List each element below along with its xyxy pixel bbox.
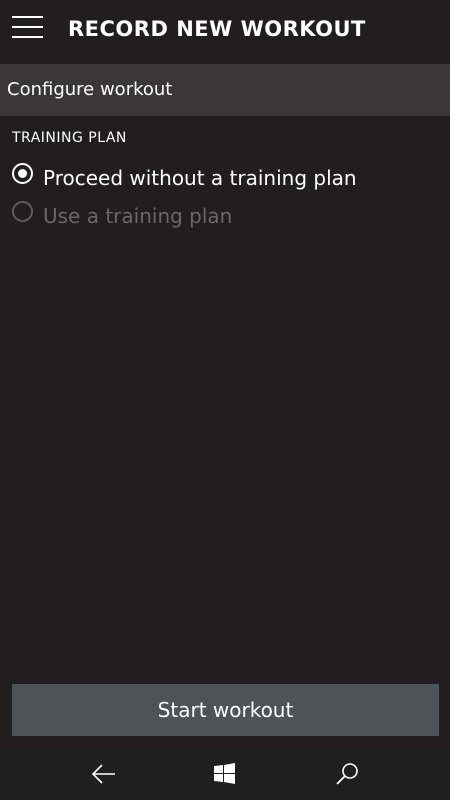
radio-proceed-without-plan[interactable]: Proceed without a training plan: [12, 162, 432, 192]
section-title: Configure workout: [7, 79, 173, 100]
radio-label: Proceed without a training plan: [43, 166, 357, 190]
start-workout-button[interactable]: Start workout: [12, 684, 439, 736]
app-header: RECORD NEW WORKOUT: [0, 0, 450, 64]
back-arrow-icon[interactable]: [89, 760, 119, 788]
radio-use-training-plan[interactable]: Use a training plan: [12, 200, 432, 230]
training-plan-label: TRAINING PLAN: [12, 130, 127, 146]
page-title: RECORD NEW WORKOUT: [68, 17, 366, 41]
windows-logo-icon[interactable]: [210, 760, 240, 788]
radio-label: Use a training plan: [43, 204, 233, 228]
system-navbar: [0, 748, 450, 800]
radio-selected-icon[interactable]: [12, 163, 33, 184]
radio-unselected-icon[interactable]: [12, 201, 33, 222]
search-icon[interactable]: [333, 760, 363, 788]
hamburger-menu-icon[interactable]: [12, 16, 44, 40]
screen: RECORD NEW WORKOUT Configure workout TRA…: [0, 0, 450, 800]
section-header: Configure workout: [0, 64, 450, 116]
